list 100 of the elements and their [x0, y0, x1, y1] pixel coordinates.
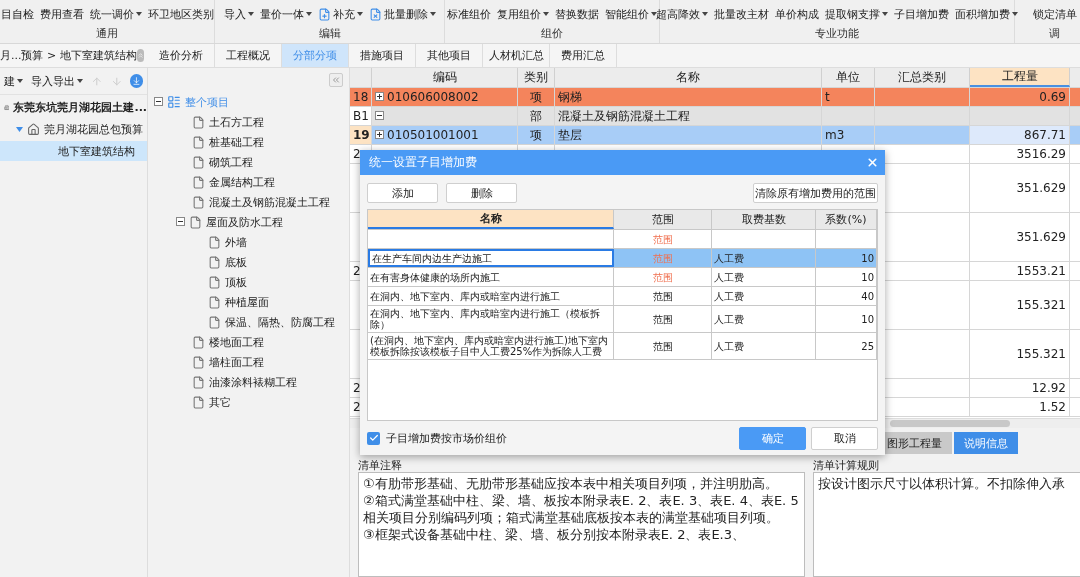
table-cell: 155.321 — [1016, 347, 1066, 361]
scrollbar-thumb[interactable] — [890, 420, 1010, 427]
ribbon-button[interactable]: 批量改主材 — [714, 6, 769, 22]
ribbon-button[interactable]: 超高降效 — [656, 6, 708, 22]
ribbon-button[interactable]: 量价一体 — [259, 6, 312, 22]
table-cell: 垫层 — [558, 126, 582, 144]
file-icon — [192, 115, 205, 129]
caret-icon — [1012, 12, 1018, 16]
toolbar-button[interactable]: 导入导出 — [31, 73, 83, 89]
table-cell: 12.92 — [1031, 381, 1066, 395]
collapse-icon[interactable] — [375, 111, 384, 120]
table-cell: 人工费 — [714, 290, 744, 302]
ribbon-button[interactable]: 单价构成 — [775, 6, 819, 22]
caret-icon — [543, 12, 549, 16]
column-header[interactable]: 系数(%) — [816, 210, 877, 229]
ribbon-button[interactable]: 环卫地区类别 — [147, 6, 214, 22]
table-cell: t — [825, 90, 830, 104]
group-label: 专业功能 — [814, 26, 860, 42]
cancel-button[interactable]: 取消 — [811, 426, 878, 450]
group-label: 编辑 — [317, 26, 342, 42]
tree-item[interactable]: 土石方工程 — [209, 114, 264, 130]
tree-item[interactable]: 桩基础工程 — [209, 134, 264, 150]
project-icon — [167, 95, 181, 109]
scope-link[interactable]: 范围 — [652, 290, 673, 302]
rules-text: 按设计图示尺寸以体积计算。不扣除伸入承 — [813, 472, 1080, 577]
tree-item[interactable]: 地下室建筑结构 — [0, 141, 147, 161]
table-cell: 10 — [861, 252, 874, 264]
column-header[interactable]: 范围 — [614, 210, 712, 229]
ribbon-button[interactable]: 子目增加费 — [894, 6, 949, 22]
ribbon-button[interactable]: 提取钢支撑 — [825, 6, 888, 22]
tree-item[interactable]: 油漆涂料裱糊工程 — [209, 374, 297, 390]
column-header[interactable]: 名称 — [368, 210, 614, 229]
group-label: 组价 — [540, 26, 564, 42]
tree-item[interactable]: 混凝土及钢筋混凝土工程 — [209, 194, 330, 210]
ribbon-button[interactable]: 锁定清单 — [1032, 6, 1077, 22]
ribbon-button[interactable]: 补充 — [317, 6, 363, 22]
table-cell: 在生产车间内边生产边施工 — [372, 252, 492, 264]
ribbon-button[interactable]: 导入 — [223, 6, 254, 22]
scope-link[interactable]: 范围 — [652, 313, 673, 325]
tree-item[interactable]: 底板 — [225, 254, 247, 270]
row-number: 2 — [353, 147, 361, 161]
tree-item[interactable]: 莞月湖花园总包预算 — [0, 119, 147, 139]
ribbon-button[interactable]: 标准组价 — [447, 6, 491, 22]
table-cell: m3 — [825, 128, 845, 142]
table-cell: 40 — [861, 290, 874, 302]
collapse-icon[interactable] — [176, 216, 185, 226]
tree-item[interactable]: 墙柱面工程 — [209, 354, 264, 370]
tree-item[interactable]: 东莞东坑莞月湖花园土建... — [0, 97, 147, 117]
tree-item[interactable]: 种植屋面 — [225, 294, 269, 310]
collapse-icon[interactable] — [154, 96, 163, 106]
scope-link[interactable]: 范围 — [652, 340, 673, 352]
collapse-button[interactable] — [329, 73, 343, 87]
tree-item[interactable]: 金属结构工程 — [209, 174, 275, 190]
clear-scope-button[interactable]: 清除原有增加费用的范围 — [753, 183, 878, 203]
tree-item[interactable]: 顶板 — [225, 274, 247, 290]
ribbon-button[interactable]: 批量删除 — [368, 6, 436, 22]
tree-label: 东莞东坑莞月湖花园土建... — [13, 99, 147, 115]
ribbon-button[interactable]: 复用组价 — [497, 6, 549, 22]
file-icon — [192, 375, 205, 389]
expanded-caret-icon[interactable] — [16, 126, 23, 132]
row-number: 18 — [353, 90, 369, 104]
tree-item[interactable]: 保温、隔热、防腐工程 — [225, 314, 335, 330]
ribbon-button[interactable]: 智能组价 — [605, 6, 657, 22]
tree-item[interactable]: 楼地面工程 — [209, 334, 264, 350]
table-cell: 在有害身体健康的场所内施工 — [370, 271, 500, 283]
table-cell: 25 — [861, 340, 874, 352]
caret-icon — [882, 12, 888, 16]
ribbon-button[interactable]: 统一调价 — [89, 6, 142, 22]
caret-icon — [651, 12, 657, 16]
table-cell: 在洞内、地下室内、库内或暗室内进行施工 — [370, 290, 560, 302]
ribbon-button[interactable]: 费用查看 — [39, 6, 84, 22]
ribbon-button[interactable]: 面积增加费 — [955, 6, 1018, 22]
column-header[interactable]: 工程量 — [970, 68, 1070, 87]
tree-item[interactable]: 外墙 — [225, 234, 247, 250]
file-icon — [208, 315, 221, 329]
expand-icon[interactable] — [375, 130, 384, 139]
dialog-button[interactable]: 添加 — [367, 183, 438, 203]
tree-item[interactable]: 屋面及防水工程 — [206, 214, 283, 230]
expand-icon[interactable] — [375, 92, 384, 101]
dialog-button[interactable]: 删除 — [446, 183, 517, 203]
table-cell: 项 — [530, 88, 542, 106]
file-icon — [208, 255, 221, 269]
tree-item[interactable]: 砌筑工程 — [209, 154, 253, 170]
table-cell: 部 — [530, 107, 542, 125]
checkbox[interactable] — [367, 431, 380, 445]
ribbon-button[interactable]: 目自检 — [0, 6, 34, 22]
table-cell: 混凝土及钢筋混凝土工程 — [558, 107, 690, 125]
caret-icon — [356, 12, 363, 16]
close-icon[interactable] — [866, 156, 879, 169]
download-icon[interactable] — [130, 74, 143, 88]
table-cell: 1553.21 — [1016, 264, 1066, 278]
tree-item[interactable]: 其它 — [209, 394, 231, 410]
ribbon-button[interactable]: 替换数据 — [555, 6, 599, 22]
table-cell: 0.69 — [1039, 90, 1066, 104]
column-header[interactable]: 取费基数 — [712, 210, 816, 229]
checkbox-label: 子目增加费按市场价组价 — [386, 430, 507, 446]
caret-icon — [17, 79, 23, 83]
file-icon — [208, 235, 221, 249]
toolbar-button[interactable]: 建 — [4, 73, 23, 89]
file-plus-icon — [317, 7, 331, 21]
